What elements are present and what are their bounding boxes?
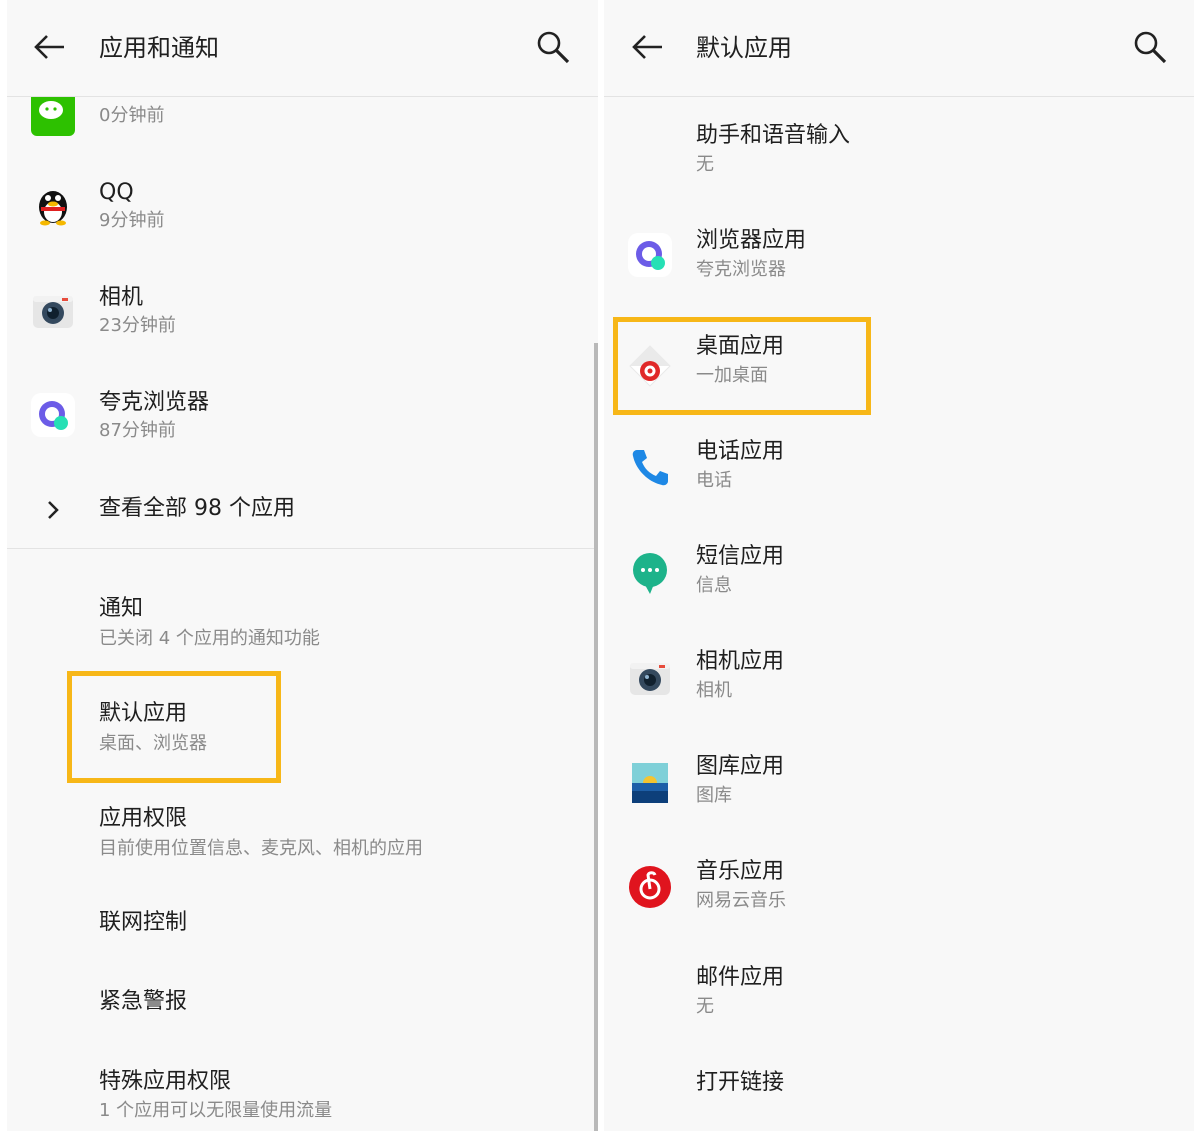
phone-icon	[632, 450, 668, 486]
back-arrow-icon[interactable]	[33, 32, 67, 62]
gallery-icon	[632, 763, 668, 803]
setting-summary: 目前使用位置信息、麦克风、相机的应用	[99, 838, 423, 859]
recent-app-camera[interactable]: 相机 23分钟前	[7, 281, 598, 351]
back-arrow-icon[interactable]	[631, 32, 665, 62]
recent-app-name: 相机	[99, 285, 144, 310]
qq-icon	[39, 191, 67, 226]
highlight-box	[613, 317, 871, 415]
item-value: 相机	[696, 680, 732, 701]
item-label: 电话应用	[696, 439, 785, 464]
item-value: 夸克浏览器	[696, 259, 786, 280]
setting-summary: 1 个应用可以无限量使用流量	[99, 1100, 333, 1121]
setting-emergency-alerts[interactable]: 紧急警报	[7, 987, 598, 1027]
apps-notifications-screen: 0分钟前 QQ 9分钟前 相机 23分钟前 夸克浏览器 87分钟前 查看全部 9…	[7, 0, 598, 1131]
default-assistant-voice[interactable]: 助手和语音输入 无	[604, 121, 1194, 185]
item-label: 短信应用	[696, 544, 785, 569]
netease-music-icon	[629, 866, 671, 908]
open-links[interactable]: 打开链接	[604, 1068, 1194, 1108]
setting-notifications[interactable]: 通知 已关闭 4 个应用的通知功能	[7, 594, 598, 658]
setting-label: 通知	[99, 596, 144, 621]
wechat-icon	[31, 92, 75, 136]
setting-app-permissions[interactable]: 应用权限 目前使用位置信息、麦克风、相机的应用	[7, 804, 598, 868]
camera-icon	[33, 296, 73, 328]
recent-app-quark[interactable]: 夸克浏览器 87分钟前	[7, 386, 598, 456]
item-value: 图库	[696, 785, 732, 806]
default-browser[interactable]: 浏览器应用 夸克浏览器	[604, 226, 1194, 290]
item-value: 信息	[696, 575, 732, 596]
setting-label: 紧急警报	[99, 989, 188, 1014]
item-label: 邮件应用	[696, 965, 785, 990]
item-label: 音乐应用	[696, 859, 785, 884]
default-email[interactable]: 邮件应用 无	[604, 963, 1194, 1027]
setting-summary: 已关闭 4 个应用的通知功能	[99, 628, 320, 649]
item-label: 相机应用	[696, 649, 785, 674]
setting-label: 特殊应用权限	[99, 1069, 232, 1094]
item-label: 图库应用	[696, 754, 785, 779]
quark-browser-icon	[628, 233, 672, 277]
recent-app-name: QQ	[99, 180, 134, 205]
recent-app-name: 夸克浏览器	[99, 390, 210, 415]
camera-icon	[630, 663, 670, 695]
divider	[7, 548, 598, 549]
recent-app-time: 9分钟前	[99, 210, 165, 231]
recent-app-time: 23分钟前	[99, 315, 176, 336]
see-all-apps[interactable]: 查看全部 98 个应用	[7, 490, 598, 530]
messages-icon	[633, 553, 667, 594]
search-icon[interactable]	[535, 29, 571, 65]
default-music[interactable]: 音乐应用 网易云音乐	[604, 857, 1194, 921]
setting-label: 联网控制	[99, 910, 188, 935]
page-title: 默认应用	[696, 34, 792, 62]
default-apps-screen: 默认应用 助手和语音输入 无 浏览器应用 夸克浏览器 桌面应用 一加桌面 电话应…	[604, 0, 1194, 1131]
toolbar: 应用和通知	[7, 0, 598, 97]
setting-network-control[interactable]: 联网控制	[7, 908, 598, 948]
item-value: 无	[696, 996, 714, 1017]
item-value: 无	[696, 154, 714, 175]
see-all-apps-label: 查看全部 98 个应用	[99, 496, 295, 521]
toolbar: 默认应用	[604, 0, 1194, 97]
setting-label: 应用权限	[99, 806, 188, 831]
page-title: 应用和通知	[99, 34, 219, 62]
default-sms[interactable]: 短信应用 信息	[604, 542, 1194, 606]
default-gallery[interactable]: 图库应用 图库	[604, 752, 1194, 816]
item-label: 打开链接	[696, 1070, 785, 1095]
recent-app-time: 0分钟前	[99, 105, 165, 126]
item-value: 网易云音乐	[696, 890, 786, 911]
default-phone[interactable]: 电话应用 电话	[604, 437, 1194, 501]
highlight-box	[67, 671, 281, 783]
recent-app-qq[interactable]: QQ 9分钟前	[7, 176, 598, 246]
default-camera[interactable]: 相机应用 相机	[604, 647, 1194, 711]
recent-app-time: 87分钟前	[99, 420, 176, 441]
chevron-right-icon	[48, 501, 59, 519]
item-label: 助手和语音输入	[696, 123, 851, 148]
quark-browser-icon	[31, 393, 75, 437]
setting-special-access[interactable]: 特殊应用权限 1 个应用可以无限量使用流量	[7, 1067, 598, 1131]
item-value: 电话	[696, 470, 732, 491]
search-icon[interactable]	[1132, 29, 1168, 65]
item-label: 浏览器应用	[696, 228, 807, 253]
